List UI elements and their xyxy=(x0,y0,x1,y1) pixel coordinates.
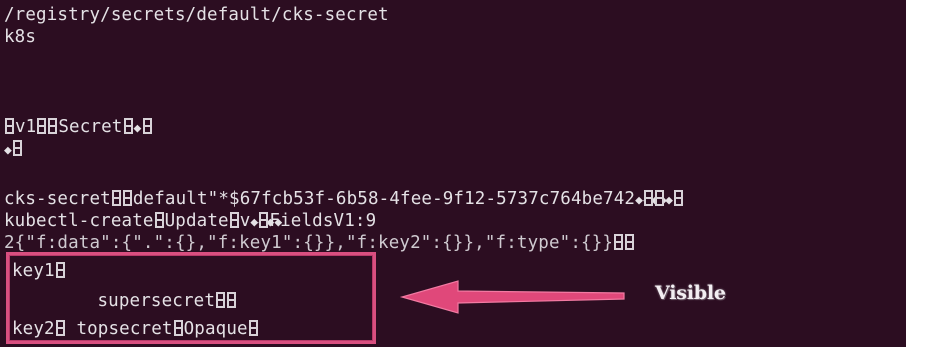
replacement-char-glyph: ◆◆◆◆ xyxy=(250,212,282,234)
control-char-glyph xyxy=(614,234,624,250)
control-char-glyph xyxy=(123,118,133,134)
terminal-line-binary: ◆ xyxy=(4,138,23,162)
replacement-char-glyph: ◆ xyxy=(133,121,142,136)
fields-json-text-b: },"f:key2":{}},"f:type":{}} xyxy=(324,233,614,253)
replacement-char-glyph: ◆◆◆◆ xyxy=(635,190,667,212)
k8s-text: k8s xyxy=(4,27,37,47)
replacement-char-glyph: ◆ xyxy=(665,193,674,208)
fields-type-text: FieldsV1:9 xyxy=(269,211,377,231)
manager-text: kubectl-create xyxy=(4,211,154,231)
control-char-glyph xyxy=(674,190,684,206)
version-text: v xyxy=(239,211,251,231)
kind-text: Secret xyxy=(58,117,123,137)
control-char-glyph xyxy=(37,118,47,134)
operation-text: Update xyxy=(164,211,229,231)
terminal-line-registry-path: /registry/secrets/default/cks-secret xyxy=(4,4,389,26)
visible-annotation-label: Visible xyxy=(655,282,726,304)
namespace-uid-text: default"*$67fcb53f-6b58-4fee-9f12-5737c7… xyxy=(132,189,636,209)
api-version-text: v1 xyxy=(15,117,37,137)
terminal-line-kind: v1 Secret ◆ xyxy=(4,116,153,140)
registry-path-text: /registry/secrets/default/cks-secret xyxy=(4,5,389,25)
control-char-glyph xyxy=(111,190,121,206)
arrow-left-icon xyxy=(399,280,625,314)
control-char-glyph xyxy=(229,212,239,228)
terminal-window[interactable]: /registry/secrets/default/cks-secret k8s… xyxy=(0,0,906,347)
terminal-line-k8s: k8s xyxy=(4,26,36,48)
control-char-glyph xyxy=(154,212,164,228)
highlight-box xyxy=(6,252,376,344)
control-char-glyph xyxy=(13,140,22,156)
control-char-glyph xyxy=(655,190,665,206)
control-char-glyph xyxy=(5,118,14,134)
replacement-char-glyph: ◆ xyxy=(4,143,12,158)
terminal-line-fields-json: 2{"f:data":{".":{},"f:key1":{}},"f:key2"… xyxy=(4,232,635,254)
secret-name-text: cks-secret xyxy=(4,189,111,209)
control-char-glyph xyxy=(142,118,152,134)
fields-json-text-a: 2{"f:data":{".":{},"f:key1":{} xyxy=(4,233,325,253)
control-char-glyph xyxy=(122,190,132,206)
control-char-glyph xyxy=(644,190,654,206)
control-char-glyph xyxy=(259,212,269,228)
terminal-line-metadata: cks-secret default"*$67fcb53f-6b58-4fee-9… xyxy=(4,188,684,212)
control-char-glyph xyxy=(48,118,58,134)
control-char-glyph xyxy=(625,234,635,250)
terminal-line-managed-fields: kubectl-create Updatev◆◆◆◆FieldsV1:9 xyxy=(4,210,376,234)
